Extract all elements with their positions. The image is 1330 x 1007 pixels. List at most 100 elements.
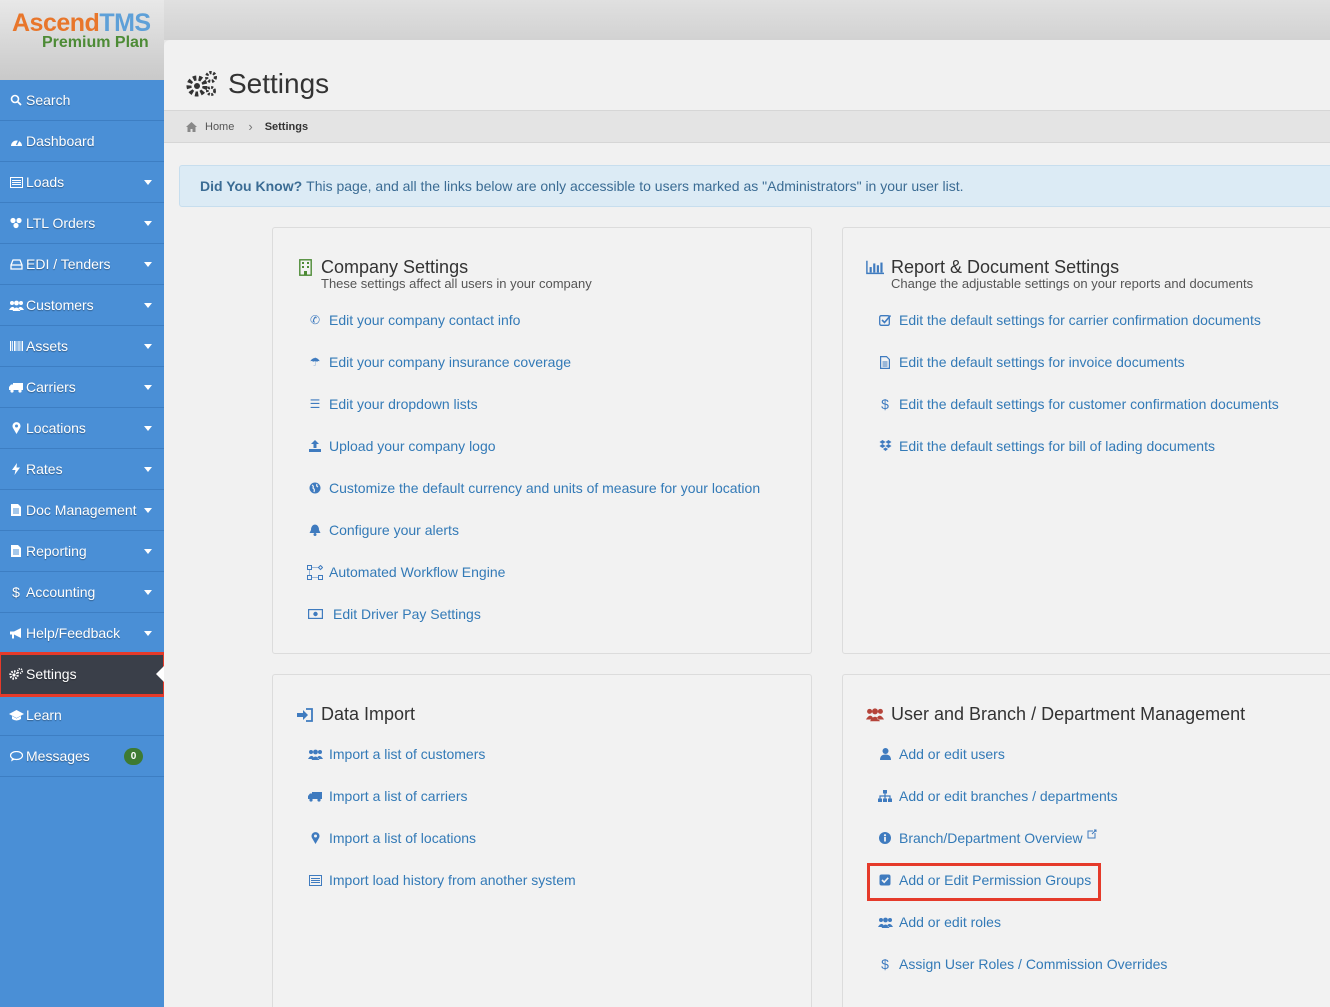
- inbox-icon: [7, 258, 25, 270]
- page-title-text: Settings: [228, 68, 330, 99]
- sidebar-item-loads[interactable]: Loads: [0, 162, 164, 203]
- import-load-history-link[interactable]: Import load history from another system: [307, 872, 576, 888]
- assign-user-roles-link[interactable]: $ Assign User Roles / Commission Override…: [877, 956, 1167, 972]
- import-customers-link[interactable]: Import a list of customers: [307, 746, 485, 762]
- branch-department-overview-link[interactable]: Branch/Department Overview: [877, 829, 1097, 846]
- users-icon: [7, 300, 25, 311]
- sidebar: Search Dashboard Loads LTL Orders EDI / …: [0, 80, 166, 1007]
- gears-icon: [186, 70, 218, 97]
- graduation-cap-icon: [7, 709, 25, 721]
- user-branch-management-card: User and Branch / Department Management …: [842, 674, 1330, 1007]
- import-locations-link[interactable]: Import a list of locations: [307, 830, 476, 846]
- info-circle-icon: [877, 832, 893, 844]
- check-square-icon: [877, 314, 893, 326]
- sign-in-icon: [296, 707, 314, 722]
- customer-confirmation-settings-link[interactable]: $ Edit the default settings for customer …: [877, 396, 1279, 412]
- dollar-icon: $: [881, 956, 889, 972]
- edit-roles-link[interactable]: Add or edit roles: [877, 914, 1001, 930]
- sidebar-item-ltl-orders[interactable]: LTL Orders: [0, 203, 164, 244]
- bill-of-lading-settings-link[interactable]: Edit the default settings for bill of la…: [877, 438, 1215, 454]
- sidebar-item-doc-management[interactable]: Doc Management: [0, 490, 164, 531]
- upload-logo-link[interactable]: Upload your company logo: [307, 438, 496, 454]
- sidebar-item-label: Locations: [26, 420, 86, 436]
- app-logo[interactable]: AscendTMS Premium Plan: [0, 0, 164, 80]
- chevron-down-icon: [144, 467, 152, 472]
- chevron-right-icon: ›: [248, 119, 253, 134]
- chevron-down-icon: [144, 426, 152, 431]
- boxes-icon: [7, 217, 25, 229]
- sidebar-item-assets[interactable]: Assets: [0, 326, 164, 367]
- sidebar-item-accounting[interactable]: $ Accounting: [0, 572, 164, 613]
- upload-icon: [307, 440, 323, 452]
- edit-dropdown-lists-link[interactable]: ☰ Edit your dropdown lists: [307, 396, 478, 412]
- search-icon: [7, 94, 25, 106]
- sidebar-item-label: Search: [26, 92, 71, 108]
- card-subtitle: These settings affect all users in your …: [321, 276, 592, 291]
- sidebar-item-carriers[interactable]: Carriers: [0, 367, 164, 408]
- truck-icon: [307, 791, 323, 802]
- configure-alerts-link[interactable]: Configure your alerts: [307, 522, 459, 538]
- phone-icon: ✆: [309, 313, 321, 327]
- breadcrumb-home[interactable]: Home: [205, 121, 234, 133]
- map-marker-icon: [307, 832, 323, 844]
- sidebar-item-label: Settings: [26, 666, 77, 682]
- invoice-settings-link[interactable]: Edit the default settings for invoice do…: [877, 354, 1185, 370]
- user-icon: [877, 748, 893, 760]
- card-title: Data Import: [296, 704, 415, 725]
- dollar-icon: $: [12, 584, 20, 600]
- chat-bubble-icon: [7, 750, 25, 762]
- truck-icon: [7, 382, 25, 393]
- sidebar-item-customers[interactable]: Customers: [0, 285, 164, 326]
- sidebar-item-label: Help/Feedback: [26, 625, 121, 641]
- sidebar-item-messages[interactable]: Messages 0: [0, 736, 164, 777]
- chevron-down-icon: [144, 508, 152, 513]
- data-import-card: Data Import Import a list of customers I…: [272, 674, 812, 1007]
- sidebar-item-help-feedback[interactable]: Help/Feedback: [0, 613, 164, 654]
- chevron-down-icon: [144, 385, 152, 390]
- edit-permission-groups-link[interactable]: Add or Edit Permission Groups: [877, 872, 1091, 888]
- chevron-down-icon: [144, 262, 152, 267]
- sidebar-item-label: Doc Management: [26, 502, 137, 518]
- card-title: Report & Document Settings: [866, 257, 1119, 278]
- dollar-icon: $: [881, 396, 889, 412]
- chevron-down-icon: [144, 344, 152, 349]
- import-carriers-link[interactable]: Import a list of carriers: [307, 788, 467, 804]
- sidebar-item-label: Learn: [26, 707, 62, 723]
- sidebar-item-search[interactable]: Search: [0, 80, 164, 121]
- alert-text: This page, and all the links below are o…: [306, 178, 964, 194]
- bolt-icon: [7, 463, 25, 475]
- list-icon: [307, 874, 323, 886]
- report-document-settings-card: Report & Document Settings Change the ad…: [842, 227, 1330, 654]
- sidebar-item-rates[interactable]: Rates: [0, 449, 164, 490]
- sidebar-item-reporting[interactable]: Reporting: [0, 531, 164, 572]
- sidebar-item-locations[interactable]: Locations: [0, 408, 164, 449]
- users-icon: [877, 917, 893, 928]
- breadcrumb: Home › Settings: [164, 110, 1330, 143]
- workflow-icon: [307, 564, 323, 580]
- sidebar-item-label: LTL Orders: [26, 215, 96, 231]
- home-icon: [186, 121, 197, 132]
- umbrella-icon: ☂: [309, 355, 321, 369]
- automated-workflow-link[interactable]: Automated Workflow Engine: [307, 564, 505, 580]
- edit-branches-link[interactable]: Add or edit branches / departments: [877, 788, 1118, 804]
- company-settings-card: Company Settings These settings affect a…: [272, 227, 812, 654]
- edit-users-link[interactable]: Add or edit users: [877, 746, 1005, 762]
- sidebar-item-label: Rates: [26, 461, 63, 477]
- users-icon: [866, 707, 884, 722]
- money-icon: [307, 609, 323, 619]
- edit-contact-info-link[interactable]: ✆ Edit your company contact info: [307, 312, 520, 328]
- edit-driver-pay-link[interactable]: Edit Driver Pay Settings: [307, 606, 481, 622]
- card-subtitle: Change the adjustable settings on your r…: [891, 276, 1254, 291]
- sidebar-item-settings[interactable]: Settings: [0, 652, 166, 697]
- customize-currency-link[interactable]: Customize the default currency and units…: [307, 480, 760, 496]
- chevron-down-icon: [144, 549, 152, 554]
- sidebar-item-edi-tenders[interactable]: EDI / Tenders: [0, 244, 164, 285]
- dropbox-icon: [877, 440, 893, 452]
- chevron-down-icon: [144, 180, 152, 185]
- edit-insurance-link[interactable]: ☂ Edit your company insurance coverage: [307, 354, 571, 370]
- plan-label: Premium Plan: [42, 34, 149, 51]
- sidebar-item-learn[interactable]: Learn: [0, 695, 164, 736]
- carrier-confirmation-settings-link[interactable]: Edit the default settings for carrier co…: [877, 312, 1261, 328]
- sidebar-item-dashboard[interactable]: Dashboard: [0, 121, 164, 162]
- active-pointer: [156, 666, 164, 682]
